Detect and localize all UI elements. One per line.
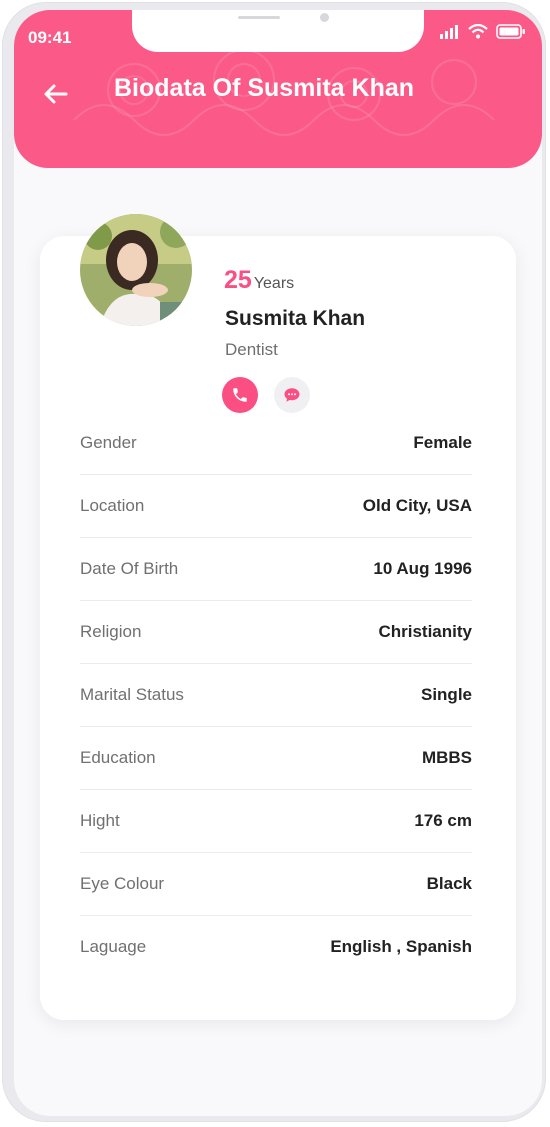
age-number: 25 [224,266,252,294]
phone-icon [233,388,247,402]
detail-value: English , Spanish [330,937,472,956]
front-camera [320,13,329,22]
detail-label: Laguage [80,937,147,956]
profile-card: 25 Years Susmita Khan Dentist Gender Fema… [40,214,516,1020]
detail-row-location: Location Old City, USA [80,475,472,538]
detail-value: Christianity [378,622,472,641]
wifi-icon [468,24,488,39]
app-screen: 09:41 Biodata Of Susmita Khan 25 Years S… [14,10,542,1116]
page-title: Biodata Of Susmita Khan [114,74,415,102]
detail-value: Single [420,685,472,704]
detail-label: Gender [80,433,137,452]
detail-label: Location [80,496,145,515]
detail-label: Marital Status [80,685,184,704]
profile-name: Susmita Khan [225,307,366,330]
detail-row-date-of-birth: Date Of Birth 10 Aug 1996 [80,538,472,601]
detail-label: Religion [80,622,142,641]
detail-value: Black [426,874,472,893]
detail-row-gender: Gender Female [80,412,472,475]
detail-value: Female [413,433,472,452]
detail-value: 10 Aug 1996 [373,559,472,578]
phone-frame: 09:41 Biodata Of Susmita Khan 25 Years S… [2,2,546,1122]
message-button[interactable] [274,377,310,413]
detail-value: Old City, USA [362,496,472,515]
detail-label: Education [80,748,156,767]
detail-row-religion: Religion Christianity [80,601,472,664]
detail-row-eye-colour: Eye Colour Black [80,853,472,916]
status-icons [440,24,526,39]
chat-icon [284,388,300,402]
detail-row-education: Education MBBS [80,727,472,790]
battery-icon [496,24,525,39]
age-display: 25 Years [224,266,294,295]
detail-row-height: Hight 176 cm [80,790,472,853]
speaker-grille [238,16,280,19]
avatar [80,214,192,326]
age-unit: Years [253,275,295,292]
profile-photo [80,214,192,326]
call-button[interactable] [222,377,258,413]
back-button[interactable] [40,78,72,110]
back-arrow-icon [44,84,68,104]
detail-label: Date Of Birth [80,559,179,578]
signal-icon [440,24,458,39]
detail-label: Eye Colour [80,874,165,893]
details-list: Gender Female Location Old City, USA Dat… [80,412,472,978]
status-time: 09:41 [28,28,72,47]
detail-row-language: Laguage English , Spanish [80,916,472,978]
detail-value: 176 cm [414,811,472,830]
device-notch [132,10,424,52]
detail-label: Hight [80,811,120,830]
app-header: 09:41 Biodata Of Susmita Khan [14,10,542,168]
detail-row-marital-status: Marital Status Single [80,664,472,727]
detail-value: MBBS [421,748,472,767]
profile-profession: Dentist [225,340,278,359]
